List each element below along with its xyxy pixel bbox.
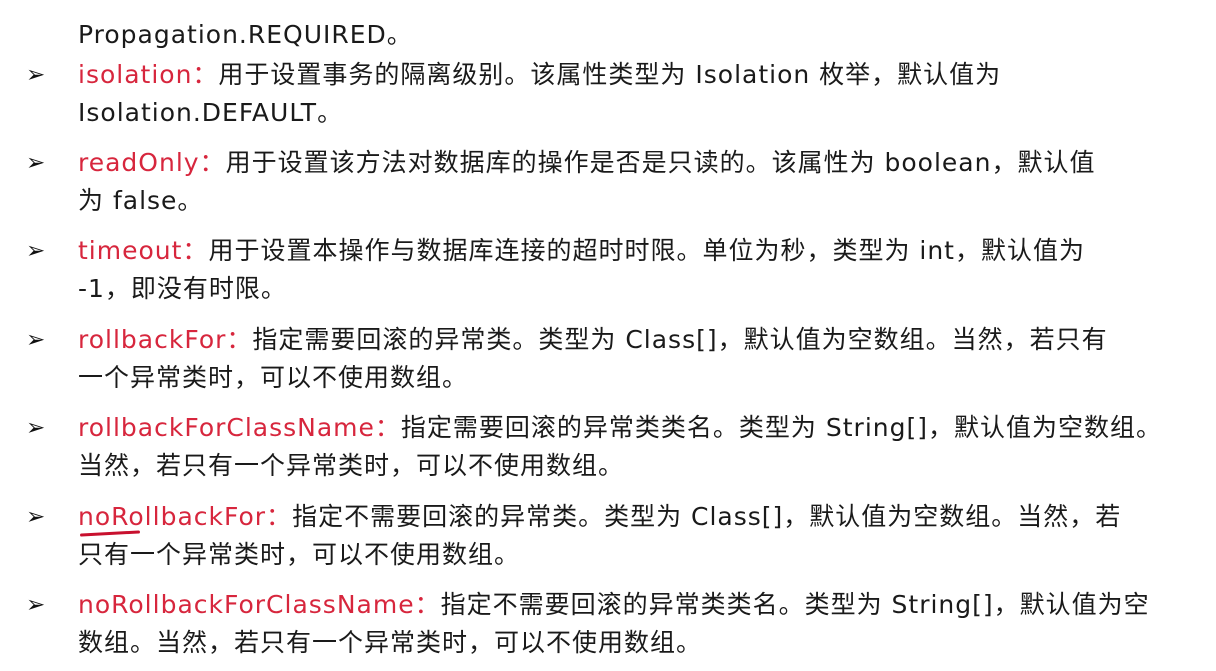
item-line-1: rollbackForClassName：指定需要回滚的异常类类名。类型为 St… (78, 413, 1193, 443)
document-page: Propagation.REQUIRED。 ➢ isolation：用于设置事务… (0, 0, 1216, 671)
item-term: noRollbackFor： (78, 502, 293, 531)
item-description-line-2: Isolation.DEFAULT。 (78, 98, 344, 127)
item-line-1: readOnly：用于设置该方法对数据库的操作是否是只读的。该属性为 boole… (78, 148, 1193, 178)
item-term: rollbackForClassName： (78, 413, 401, 442)
item-term: readOnly： (78, 148, 226, 177)
item-line-1: noRollbackFor：指定不需要回滚的异常类。类型为 Class[]，默认… (78, 502, 1193, 532)
intro-text: Propagation.REQUIRED。 (78, 20, 413, 49)
item-term: rollbackFor： (78, 325, 253, 354)
item-description-line-1: 用于设置本操作与数据库连接的超时时限。单位为秒，类型为 int，默认值为 (208, 236, 1085, 265)
arrow-bullet-icon: ➢ (26, 504, 46, 530)
item-description-line-1: 指定不需要回滚的异常类。类型为 Class[]，默认值为空数组。当然，若 (292, 502, 1122, 531)
item-description-line-2: 为 false。 (78, 186, 204, 215)
arrow-bullet-icon: ➢ (26, 238, 46, 264)
item-description-line-2: 只有一个异常类时，可以不使用数组。 (78, 540, 521, 569)
item-description-line-2: 当然，若只有一个异常类时，可以不使用数组。 (78, 451, 625, 480)
arrow-bullet-icon: ➢ (26, 150, 46, 176)
item-description-line-1: 指定需要回滚的异常类。类型为 Class[]，默认值为空数组。当然，若只有 (252, 325, 1108, 354)
item-description-line-2: 数组。当然，若只有一个异常类时，可以不使用数组。 (78, 628, 703, 657)
item-line-1: rollbackFor：指定需要回滚的异常类。类型为 Class[]，默认值为空… (78, 325, 1193, 355)
item-description-line-2: 一个异常类时，可以不使用数组。 (78, 363, 469, 392)
item-description-line-1: 用于设置事务的隔离级别。该属性类型为 Isolation 枚举，默认值为 (218, 60, 1002, 89)
item-description-line-2: -1，即没有时限。 (78, 274, 287, 303)
item-term: timeout： (78, 236, 209, 265)
item-line-1: isolation：用于设置事务的隔离级别。该属性类型为 Isolation 枚… (78, 60, 1193, 90)
arrow-bullet-icon: ➢ (26, 415, 46, 441)
arrow-bullet-icon: ➢ (26, 592, 46, 618)
item-term: noRollbackForClassName： (78, 590, 441, 619)
item-line-1: noRollbackForClassName：指定不需要回滚的异常类类名。类型为… (78, 590, 1193, 620)
arrow-bullet-icon: ➢ (26, 62, 46, 88)
item-description-line-1: 指定需要回滚的异常类类名。类型为 String[]，默认值为空数组。 (400, 413, 1162, 442)
arrow-bullet-icon: ➢ (26, 327, 46, 353)
item-description-line-1: 指定不需要回滚的异常类类名。类型为 String[]，默认值为空 (440, 590, 1150, 619)
item-line-1: timeout：用于设置本操作与数据库连接的超时时限。单位为秒，类型为 int，… (78, 236, 1193, 266)
item-term: isolation： (78, 60, 219, 89)
item-description-line-1: 用于设置该方法对数据库的操作是否是只读的。该属性为 boolean，默认值 (225, 148, 1096, 177)
